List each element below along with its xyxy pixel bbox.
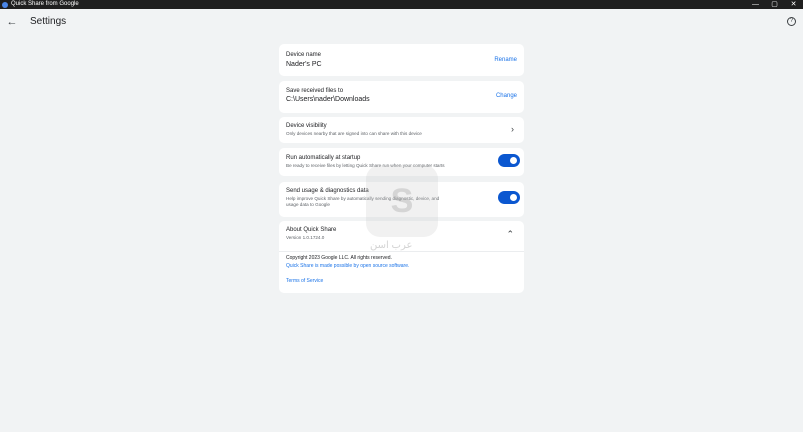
terms-of-service-link[interactable]: Terms of Service	[286, 278, 323, 285]
window-controls: — ▢ ✕	[746, 0, 803, 9]
settings-header: ← Settings ?	[0, 9, 803, 37]
maximize-button[interactable]: ▢	[765, 0, 784, 9]
about-version: Version 1.0.1724.0	[286, 235, 325, 240]
window-title: Quick Share from Google	[11, 1, 79, 7]
copyright-text: Copyright 2023 Google LLC. All rights re…	[286, 255, 392, 261]
change-button[interactable]: Change	[496, 93, 517, 99]
device-visibility-card[interactable]: Device visibility Only devices nearby th…	[279, 117, 524, 143]
device-name-card: Device name Nader's PC Rename	[279, 44, 524, 76]
help-circle-icon: ?	[789, 18, 794, 24]
rename-button[interactable]: Rename	[494, 57, 517, 63]
save-location-card: Save received files to C:\Users\nader\Do…	[279, 81, 524, 113]
about-title[interactable]: About Quick Share	[286, 227, 336, 233]
toggle-knob	[510, 194, 517, 201]
save-location-title: Save received files to	[286, 88, 344, 94]
device-name-value: Nader's PC	[286, 61, 322, 68]
save-location-path: C:\Users\nader\Downloads	[286, 96, 370, 103]
startup-title: Run automatically at startup	[286, 155, 361, 161]
about-divider	[279, 251, 524, 252]
minimize-button[interactable]: —	[746, 0, 765, 9]
device-name-title: Device name	[286, 52, 322, 58]
device-visibility-description: Only devices nearby that are signed into…	[286, 131, 422, 136]
toggle-knob	[510, 157, 517, 164]
help-button[interactable]: ?	[787, 17, 796, 26]
arrow-left-icon: ←	[6, 16, 18, 28]
watermark-logo: S	[366, 165, 438, 237]
close-button[interactable]: ✕	[784, 0, 803, 9]
startup-toggle[interactable]	[498, 154, 520, 167]
chevron-right-icon: ›	[511, 124, 514, 134]
chevron-up-icon[interactable]: ⌃	[506, 229, 514, 239]
open-source-link[interactable]: Quick Share is made possible by open sou…	[286, 263, 409, 270]
back-button[interactable]: ←	[5, 14, 19, 30]
window-title-bar: Quick Share from Google — ▢ ✕	[0, 0, 803, 9]
watermark-text: عرب اسن	[370, 240, 413, 251]
device-visibility-title: Device visibility	[286, 123, 327, 129]
diagnostics-title: Send usage & diagnostics data	[286, 188, 369, 194]
quick-share-logo-icon	[2, 1, 8, 8]
diagnostics-description-line2: usage data to Google	[286, 201, 330, 207]
diagnostics-toggle[interactable]	[498, 191, 520, 204]
page-title: Settings	[30, 16, 67, 27]
